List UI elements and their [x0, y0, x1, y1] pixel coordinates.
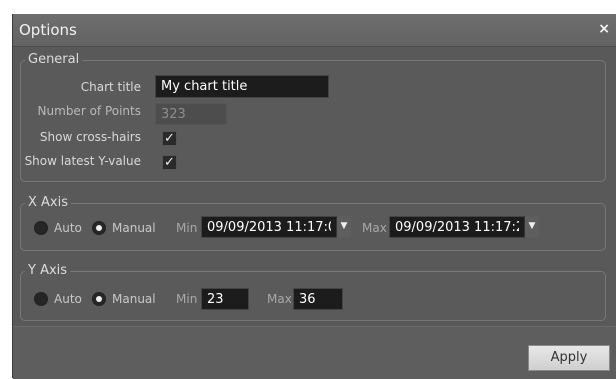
y-axis-group: Y Axis Auto Manual Min Max	[20, 263, 606, 321]
show-latest-y-checkbox[interactable]: ✓	[162, 155, 177, 170]
y-max-label: Max	[267, 292, 292, 306]
close-icon[interactable]: ×	[598, 21, 610, 37]
general-group-title: General	[25, 52, 83, 67]
dialog-titlebar: Options ×	[13, 14, 616, 47]
general-group: General Chart title Number of Points Sho…	[20, 52, 606, 182]
y-min-label: Min	[176, 292, 198, 306]
x-max-dropdown-icon[interactable]: ▼	[524, 216, 539, 237]
number-of-points-input	[155, 103, 227, 125]
x-max-label: Max	[362, 221, 387, 235]
y-auto-radio[interactable]	[34, 292, 48, 306]
y-max-input[interactable]	[293, 288, 343, 310]
y-axis-group-title: Y Axis	[25, 263, 71, 278]
show-crosshairs-checkbox[interactable]: ✓	[162, 131, 177, 146]
show-latest-y-label: Show latest Y-value	[24, 154, 141, 168]
y-auto-label: Auto	[54, 292, 82, 306]
apply-button[interactable]: Apply	[528, 345, 610, 371]
chart-title-input[interactable]	[155, 75, 329, 98]
x-auto-label: Auto	[54, 221, 82, 235]
x-manual-radio[interactable]	[92, 221, 106, 235]
number-of-points-label: Number of Points	[37, 104, 141, 118]
x-max-input[interactable]	[389, 216, 525, 238]
x-axis-group-title: X Axis	[25, 195, 72, 210]
x-min-label: Min	[176, 221, 198, 235]
y-manual-radio[interactable]	[92, 292, 106, 306]
x-auto-radio[interactable]	[34, 221, 48, 235]
dialog-title: Options	[19, 21, 77, 39]
x-min-input[interactable]	[201, 216, 337, 238]
x-axis-group: X Axis Auto Manual Min ▼ Max ▼	[20, 195, 606, 251]
x-min-dropdown-icon[interactable]: ▼	[336, 216, 351, 237]
show-crosshairs-label: Show cross-hairs	[39, 130, 141, 144]
dialog-footer: Apply	[13, 326, 616, 379]
y-manual-label: Manual	[112, 292, 156, 306]
y-min-input[interactable]	[201, 288, 249, 310]
x-manual-label: Manual	[112, 221, 156, 235]
chart-title-label: Chart title	[80, 80, 141, 94]
options-dialog: Options × General Chart title Number of …	[12, 14, 616, 379]
